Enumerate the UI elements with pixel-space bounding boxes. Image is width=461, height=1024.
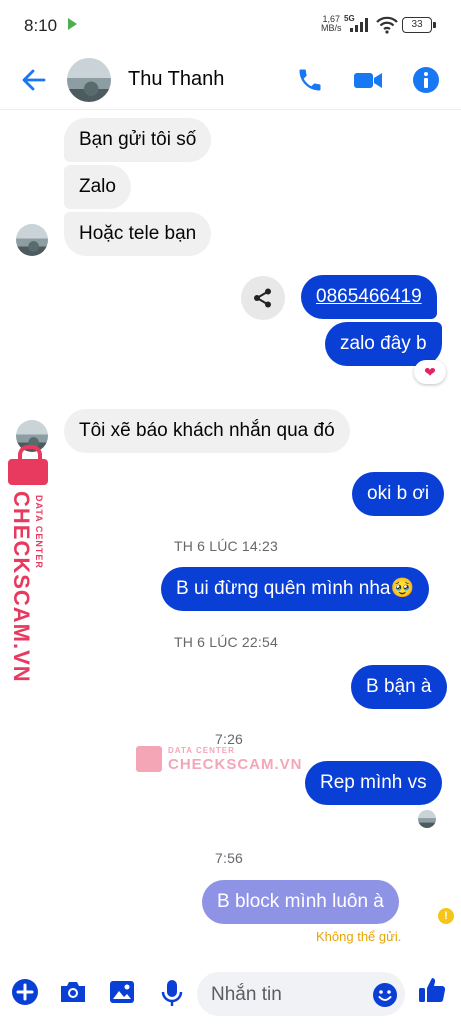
- message-outgoing[interactable]: oki b ơi: [352, 472, 445, 516]
- sender-avatar[interactable]: [16, 224, 48, 256]
- message-outgoing-phone-link[interactable]: 0865466419: [301, 275, 437, 319]
- info-icon[interactable]: [412, 66, 440, 94]
- back-arrow-icon[interactable]: [20, 66, 48, 94]
- video-camera-icon[interactable]: [352, 66, 384, 94]
- play-store-icon: [68, 18, 77, 30]
- chat-header: Thu Thanh: [0, 50, 461, 110]
- message-incoming[interactable]: Hoặc tele bạn: [64, 212, 212, 256]
- watermark-side: CHECKSCAM.VN DATA CENTER: [4, 445, 54, 683]
- contact-name[interactable]: Thu Thanh: [128, 68, 224, 91]
- message-outgoing[interactable]: Rep mình vs: [305, 761, 442, 805]
- lock-icon: [8, 445, 48, 485]
- watermark-center: DATA CENTER CHECKSCAM.VN: [136, 740, 302, 780]
- message-incoming[interactable]: Tôi xẽ báo khách nhắn qua đó: [64, 409, 350, 453]
- image-icon[interactable]: [108, 978, 136, 1006]
- emoji-icon[interactable]: [372, 982, 398, 1008]
- timestamp: TH 6 LÚC 22:54: [174, 634, 278, 650]
- plus-icon[interactable]: [11, 978, 39, 1006]
- share-button[interactable]: [241, 276, 285, 320]
- timestamp: TH 6 LÚC 14:23: [174, 538, 278, 554]
- lock-icon: [136, 746, 162, 772]
- message-incoming[interactable]: Bạn gửi tôi số: [64, 118, 212, 162]
- send-failed-status[interactable]: Không thể gửi.: [316, 929, 401, 944]
- message-input[interactable]: Nhắn tin: [197, 972, 405, 1016]
- battery-icon: 33: [402, 17, 436, 33]
- timestamp: 7:56: [215, 850, 244, 866]
- message-incoming[interactable]: Zalo: [64, 165, 131, 209]
- message-outgoing[interactable]: B bận à: [351, 665, 447, 709]
- microphone-icon[interactable]: [160, 978, 184, 1008]
- phone-icon[interactable]: [296, 66, 324, 94]
- camera-icon[interactable]: [58, 978, 88, 1006]
- message-outgoing[interactable]: B ui đừng quên mình nha🥹: [161, 567, 430, 611]
- network-speed: 1,67 MB/s: [321, 14, 342, 33]
- message-outgoing-failed[interactable]: B block mình luôn à: [202, 880, 399, 924]
- wifi-icon: [376, 16, 398, 34]
- message-input-placeholder: Nhắn tin: [211, 984, 282, 1005]
- contact-avatar[interactable]: [67, 58, 111, 102]
- signal-icon: [350, 18, 368, 32]
- status-bar: 8:10 1,67 MB/s 5G 33: [0, 0, 461, 50]
- heart-reaction[interactable]: ❤: [414, 360, 446, 384]
- share-icon: [254, 288, 271, 308]
- composer-bar: Nhắn tin: [0, 964, 461, 1024]
- status-time: 8:10: [24, 16, 58, 35]
- seen-avatar: [418, 810, 436, 828]
- like-icon[interactable]: [417, 975, 447, 1005]
- warning-icon[interactable]: !: [438, 908, 454, 924]
